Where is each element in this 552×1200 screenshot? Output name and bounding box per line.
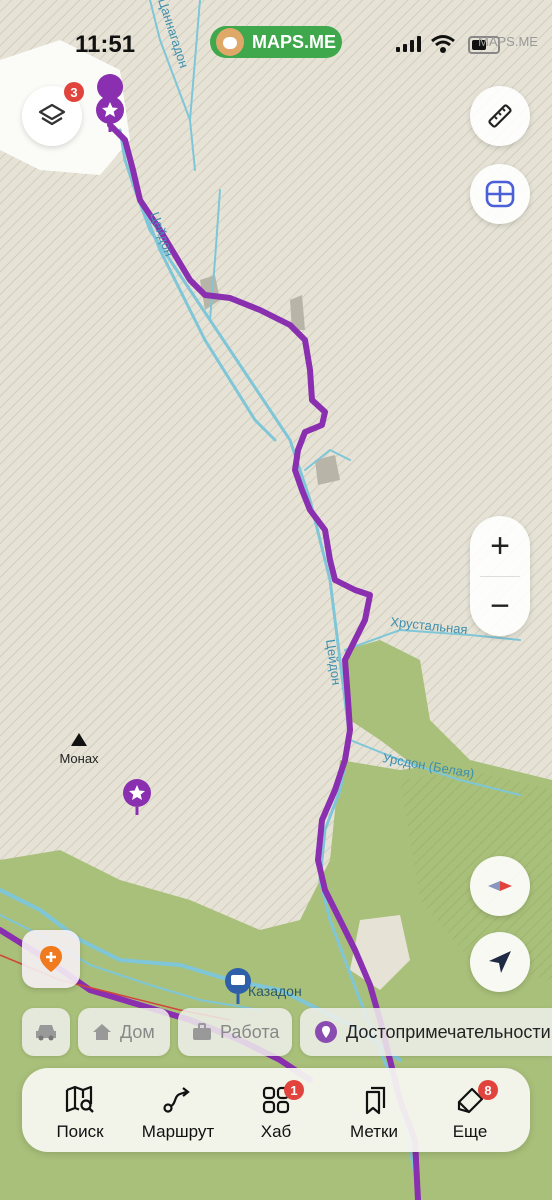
chip-home[interactable]: Дом bbox=[78, 1008, 170, 1056]
car-icon bbox=[36, 1025, 56, 1041]
zoom-out-button[interactable]: − bbox=[470, 576, 530, 636]
chip-sights[interactable]: Достопримечательности bbox=[300, 1008, 552, 1056]
tab-search-label: Поиск bbox=[56, 1122, 104, 1141]
chip-work-label: Работа bbox=[220, 1021, 280, 1042]
home-icon bbox=[93, 1024, 111, 1040]
status-bar: 11:51 MAPS.ME MAPS.ME bbox=[0, 0, 552, 90]
tab-bookmarks-label: Метки bbox=[350, 1122, 398, 1141]
tab-bookmarks[interactable]: Метки bbox=[324, 1068, 424, 1152]
tab-hub-label: Хаб bbox=[260, 1122, 292, 1141]
maps-me-badge[interactable]: MAPS.ME bbox=[210, 26, 342, 58]
map-search-icon bbox=[65, 1085, 94, 1113]
tab-more[interactable]: 8 Еще bbox=[420, 1068, 520, 1152]
tab-hub-badge: 1 bbox=[284, 1080, 304, 1100]
zoom-in-button[interactable]: + bbox=[470, 516, 530, 576]
chip-home-label: Дом bbox=[120, 1021, 155, 1042]
signal-icon bbox=[396, 36, 422, 52]
peak-label: Монах bbox=[59, 751, 99, 766]
river-label-kazdon: Казадон bbox=[248, 983, 302, 999]
briefcase-icon bbox=[193, 1023, 211, 1040]
tab-more-label: Еще bbox=[452, 1122, 488, 1141]
ruler-icon bbox=[488, 104, 512, 128]
route-icon bbox=[163, 1087, 190, 1113]
my-location-button[interactable] bbox=[470, 932, 530, 992]
layers-badge: 3 bbox=[64, 82, 84, 102]
chip-work[interactable]: Работа bbox=[178, 1008, 292, 1056]
brand-label: MAPS.ME bbox=[252, 32, 337, 52]
pin-icon bbox=[315, 1021, 337, 1043]
add-place-button[interactable] bbox=[22, 930, 80, 988]
shiba-logo-icon bbox=[216, 28, 244, 56]
layers-button[interactable]: 3 bbox=[22, 82, 84, 146]
tab-more-badge: 8 bbox=[478, 1080, 498, 1100]
compass-icon bbox=[488, 881, 512, 891]
ruler-button[interactable] bbox=[470, 86, 530, 146]
bus-icon bbox=[231, 975, 245, 985]
chip-car[interactable] bbox=[22, 1008, 70, 1056]
chip-sights-label: Достопримечательности bbox=[346, 1021, 551, 1042]
guides-icon bbox=[485, 180, 515, 208]
layers-icon bbox=[38, 103, 66, 126]
wifi-icon bbox=[431, 35, 455, 53]
tab-route[interactable]: Маршрут bbox=[128, 1068, 228, 1152]
compass-button[interactable] bbox=[470, 856, 530, 916]
status-time: 11:51 bbox=[75, 31, 136, 58]
bookmarks-icon bbox=[365, 1086, 386, 1115]
location-arrow-icon bbox=[489, 951, 511, 973]
tab-search[interactable]: Поиск bbox=[30, 1068, 130, 1152]
bottom-tabbar: Поиск Маршрут 1 Хаб Метки 8 Еще bbox=[22, 1068, 530, 1152]
guides-button[interactable] bbox=[470, 164, 530, 224]
tab-route-label: Маршрут bbox=[141, 1122, 215, 1141]
zoom-control: + − bbox=[470, 516, 530, 636]
battery-label: MAPS.ME bbox=[478, 34, 538, 49]
add-place-icon bbox=[40, 946, 62, 972]
tab-hub[interactable]: 1 Хаб bbox=[226, 1068, 326, 1152]
